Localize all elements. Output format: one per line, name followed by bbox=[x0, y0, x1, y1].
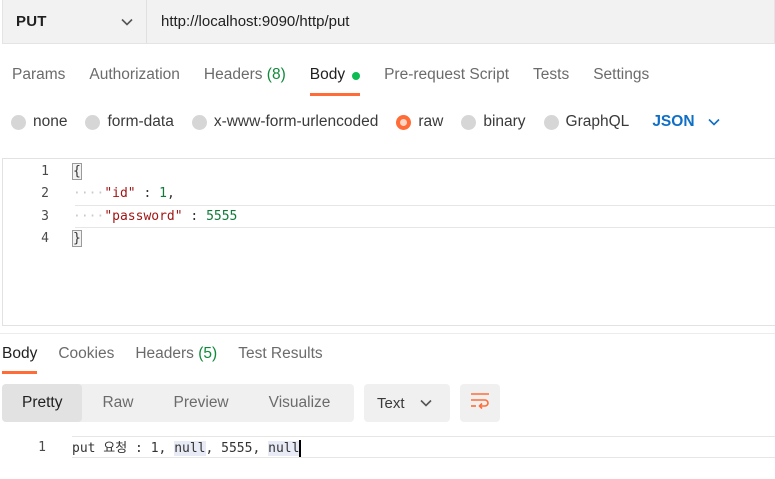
json-key: "id" bbox=[104, 185, 136, 201]
tab-label: Cookies bbox=[58, 345, 115, 362]
radio-label: form-data bbox=[107, 113, 174, 130]
json-value: 1 bbox=[159, 185, 167, 201]
json-comma: , bbox=[166, 185, 175, 201]
request-url-bar: PUT bbox=[2, 0, 775, 44]
radio-circle-icon bbox=[85, 114, 101, 130]
tab-label: Authorization bbox=[89, 66, 180, 83]
radio-circle-icon bbox=[461, 114, 477, 130]
tab-label: Headers bbox=[135, 345, 194, 362]
url-input[interactable] bbox=[147, 0, 774, 43]
tab-pre-request-script[interactable]: Pre-request Script bbox=[372, 62, 521, 96]
view-mode-group: Pretty Raw Preview Visualize bbox=[2, 384, 354, 422]
response-tabs: Body Cookies Headers (5) Test Results bbox=[2, 342, 344, 374]
method-label: PUT bbox=[16, 13, 47, 30]
view-label: Visualize bbox=[268, 394, 331, 411]
line-number: 3 bbox=[41, 208, 49, 224]
view-label: Raw bbox=[102, 394, 134, 411]
view-label: Preview bbox=[173, 394, 229, 411]
response-tab-body[interactable]: Body bbox=[2, 342, 38, 374]
tab-label: Body bbox=[309, 66, 346, 83]
tab-body[interactable]: Body bbox=[298, 62, 372, 96]
json-separator: : bbox=[182, 208, 207, 224]
response-format-select[interactable]: Text bbox=[364, 384, 450, 422]
text-cursor bbox=[299, 440, 301, 457]
wrap-lines-icon bbox=[470, 392, 490, 415]
tab-label: Settings bbox=[593, 66, 650, 83]
radio-raw[interactable]: raw bbox=[396, 113, 443, 131]
tab-tests[interactable]: Tests bbox=[521, 62, 581, 96]
tab-label: Test Results bbox=[238, 345, 323, 362]
json-separator: : bbox=[135, 185, 160, 201]
response-divider bbox=[0, 333, 775, 334]
format-label: Text bbox=[377, 394, 405, 412]
headers-count: (5) bbox=[198, 345, 218, 362]
request-body-editor[interactable]: 1 { 2 ····"id" : 1, 3 ····"password" : 5… bbox=[2, 158, 775, 326]
radio-form-data[interactable]: form-data bbox=[85, 113, 174, 131]
tab-label: Tests bbox=[533, 66, 570, 83]
tab-authorization[interactable]: Authorization bbox=[77, 62, 191, 96]
view-raw[interactable]: Raw bbox=[82, 384, 153, 422]
json-value: 5555 bbox=[206, 208, 238, 224]
radio-label: binary bbox=[483, 113, 526, 130]
radio-none[interactable]: none bbox=[11, 113, 67, 131]
view-pretty[interactable]: Pretty bbox=[2, 384, 83, 422]
view-preview[interactable]: Preview bbox=[154, 384, 249, 422]
headers-count: (8) bbox=[266, 66, 286, 83]
editor-line: 1 { bbox=[3, 160, 775, 182]
response-null: null bbox=[268, 441, 300, 456]
radio-circle-icon bbox=[543, 114, 559, 130]
radio-binary[interactable]: binary bbox=[461, 113, 526, 131]
chevron-down-icon bbox=[120, 15, 134, 29]
editor-line: 4 } bbox=[3, 227, 775, 249]
open-brace: { bbox=[72, 162, 82, 180]
line-number: 1 bbox=[38, 439, 46, 455]
tab-settings[interactable]: Settings bbox=[581, 62, 661, 96]
close-brace: } bbox=[72, 229, 82, 247]
tab-label: Pre-request Script bbox=[384, 66, 510, 83]
radio-urlencoded[interactable]: x-www-form-urlencoded bbox=[191, 113, 379, 131]
line-number: 1 bbox=[41, 163, 49, 179]
tab-label: Body bbox=[2, 345, 38, 362]
response-line: 1 put 요청 : 1, null, 5555, null bbox=[0, 436, 301, 458]
response-text: put 요청 : 1, bbox=[72, 441, 175, 456]
radio-circle-icon bbox=[191, 114, 207, 130]
view-visualize[interactable]: Visualize bbox=[249, 384, 351, 422]
chevron-down-icon bbox=[419, 396, 433, 410]
radio-label: GraphQL bbox=[565, 113, 630, 130]
response-tab-headers[interactable]: Headers (5) bbox=[135, 342, 217, 374]
tab-headers[interactable]: Headers (8) bbox=[192, 62, 298, 96]
radio-graphql[interactable]: GraphQL bbox=[543, 113, 630, 131]
request-tabs: Params Authorization Headers (8) Body Pr… bbox=[0, 62, 661, 96]
tab-params[interactable]: Params bbox=[0, 62, 77, 96]
tab-label: Params bbox=[12, 66, 66, 83]
response-text: , 5555, bbox=[205, 441, 269, 456]
radio-label: none bbox=[33, 113, 68, 130]
response-null: null bbox=[174, 441, 206, 456]
radio-circle-icon bbox=[11, 114, 26, 130]
format-label: JSON bbox=[652, 113, 695, 130]
editor-line: 3 ····"password" : 5555 bbox=[3, 205, 775, 227]
method-select[interactable]: PUT bbox=[3, 0, 147, 43]
line-number: 2 bbox=[41, 185, 49, 201]
view-label: Pretty bbox=[22, 394, 63, 411]
json-key: "password" bbox=[104, 208, 183, 224]
response-body[interactable]: 1 put 요청 : 1, null, 5555, null bbox=[0, 436, 775, 458]
radio-checked-icon bbox=[396, 114, 412, 130]
line-number: 4 bbox=[41, 230, 49, 246]
chevron-down-icon bbox=[707, 115, 721, 129]
editor-line: 2 ····"id" : 1, bbox=[3, 182, 775, 204]
active-dot-icon bbox=[352, 72, 361, 80]
format-select[interactable]: JSON bbox=[652, 113, 720, 131]
radio-label: x-www-form-urlencoded bbox=[213, 113, 379, 130]
body-type-selector: none form-data x-www-form-urlencoded raw… bbox=[11, 110, 721, 134]
response-tab-cookies[interactable]: Cookies bbox=[58, 342, 114, 374]
wrap-lines-button[interactable] bbox=[460, 384, 500, 422]
response-tab-test-results[interactable]: Test Results bbox=[238, 342, 322, 374]
tab-label: Headers bbox=[203, 66, 263, 83]
radio-label: raw bbox=[418, 113, 444, 130]
